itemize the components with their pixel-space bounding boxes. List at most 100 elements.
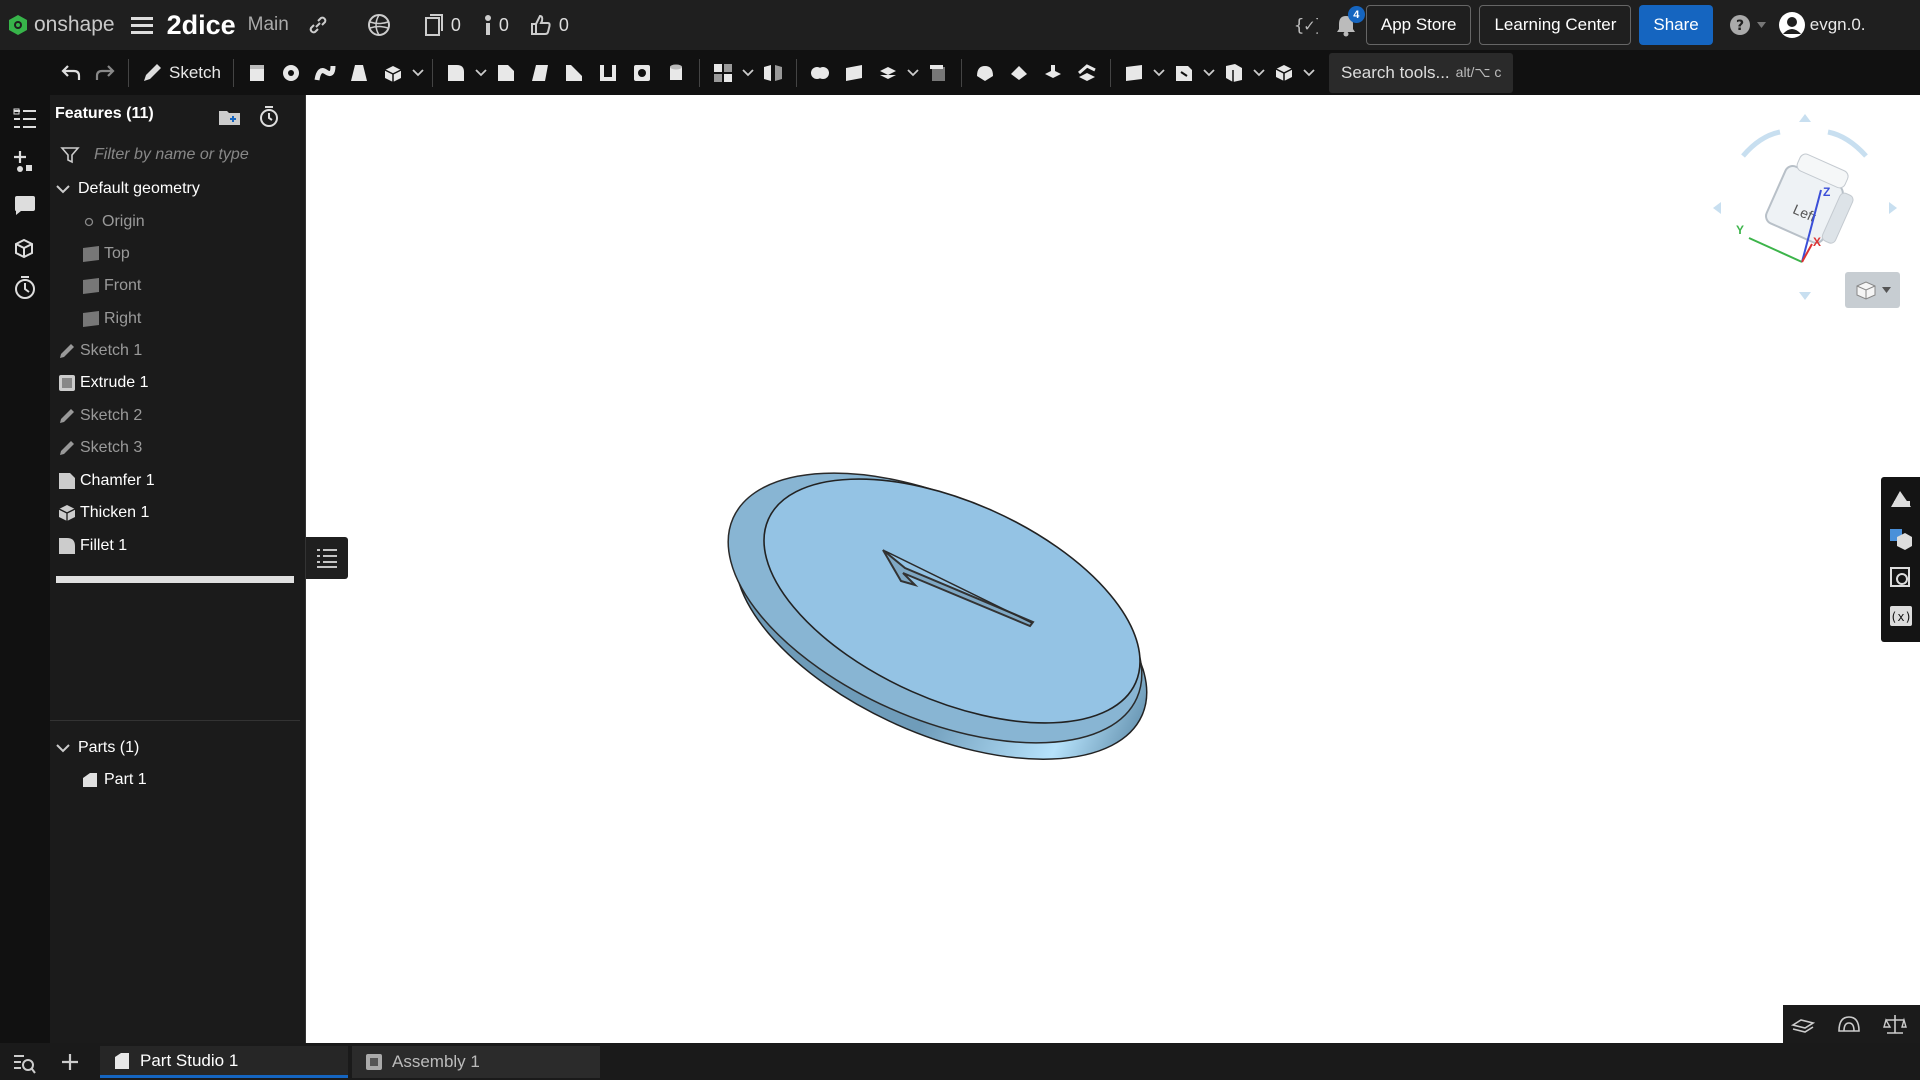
transform-tool[interactable] — [871, 56, 905, 90]
fillet-tool[interactable] — [439, 56, 473, 90]
rollback-bar[interactable] — [56, 576, 294, 583]
delete-part-tool[interactable] — [921, 56, 955, 90]
sweep-tool[interactable] — [308, 56, 342, 90]
feature-sketch-1[interactable]: Sketch 1 — [50, 338, 300, 364]
plane-tool[interactable] — [1117, 56, 1151, 90]
comments-icon[interactable] — [12, 193, 38, 219]
surface-dropdown[interactable] — [1201, 68, 1217, 77]
boolean-tool[interactable] — [803, 56, 837, 90]
globe-icon[interactable] — [367, 13, 391, 37]
default-geometry-group[interactable]: Default geometry — [50, 176, 300, 202]
feature-sketch-2[interactable]: Sketch 2 — [50, 403, 300, 429]
frame-dropdown[interactable] — [1301, 68, 1317, 77]
graphics-area[interactable] — [307, 95, 1920, 1043]
sheet-metal-tool[interactable] — [968, 56, 1002, 90]
rollback-timer-icon[interactable] — [257, 105, 281, 129]
appearance-panel-icon[interactable] — [1888, 487, 1914, 511]
info-button[interactable]: 0 — [483, 13, 509, 37]
tab-assembly-1[interactable]: Assembly 1 — [352, 1046, 600, 1078]
undo-button[interactable] — [54, 56, 88, 90]
plane-dropdown[interactable] — [1151, 68, 1167, 77]
app-store-button[interactable]: App Store — [1365, 5, 1472, 45]
feature-right-plane[interactable]: Right — [50, 306, 300, 332]
tab-part-studio-1[interactable]: Part Studio 1 — [100, 1046, 348, 1078]
feature-sketch-3[interactable]: Sketch 3 — [50, 435, 300, 461]
part-body[interactable] — [688, 418, 1186, 815]
tab-tool[interactable] — [1036, 56, 1070, 90]
thicken-tool[interactable] — [376, 56, 410, 90]
shell-tool[interactable] — [591, 56, 625, 90]
flange-tool[interactable] — [1002, 56, 1036, 90]
sketch-icon — [58, 439, 76, 457]
toolbar-divider — [795, 58, 797, 87]
split-tool[interactable] — [837, 56, 871, 90]
measure-icon[interactable] — [1837, 1013, 1861, 1035]
search-tabs-icon[interactable] — [12, 1052, 36, 1074]
appearance-icon[interactable] — [12, 235, 38, 261]
variables-panel-icon[interactable]: (x) — [1888, 604, 1914, 628]
user-menu[interactable]: evgn.0. — [1778, 11, 1866, 39]
feature-fillet-1[interactable]: Fillet 1 — [50, 533, 300, 559]
feature-list-icon[interactable] — [12, 107, 38, 133]
surface-tool[interactable] — [1167, 56, 1201, 90]
rib-tool[interactable] — [557, 56, 591, 90]
help-button[interactable]: ? — [1729, 14, 1766, 36]
frame-tool[interactable] — [1267, 56, 1301, 90]
insert-icon[interactable] — [12, 149, 38, 175]
3d-model[interactable] — [307, 95, 1920, 1043]
pattern-dropdown[interactable] — [740, 68, 756, 77]
mirror-tool[interactable] — [756, 56, 790, 90]
hole-tool[interactable] — [625, 56, 659, 90]
pattern-tool[interactable] — [706, 56, 740, 90]
notifications-button[interactable]: 4 — [1334, 6, 1365, 38]
branch-name[interactable]: Main — [248, 14, 289, 36]
section-view-icon[interactable] — [1791, 1013, 1815, 1035]
feature-extrude-1[interactable]: Extrude 1 — [50, 370, 300, 396]
versions-button[interactable]: 0 — [423, 13, 461, 37]
part-item[interactable]: Part 1 — [50, 767, 300, 793]
fillet-dropdown[interactable] — [473, 68, 489, 77]
chevron-down-icon — [56, 184, 70, 194]
add-folder-icon[interactable] — [218, 107, 242, 127]
feature-origin[interactable]: Origin — [50, 209, 300, 235]
history-icon[interactable] — [12, 275, 38, 301]
like-button[interactable]: 0 — [529, 13, 569, 37]
onshape-logo[interactable]: onshape — [8, 13, 115, 37]
feature-front-plane[interactable]: Front — [50, 273, 300, 299]
cylinder-tool[interactable] — [659, 56, 693, 90]
loft-tool[interactable] — [342, 56, 376, 90]
variables-icon[interactable]: {✓} — [1292, 13, 1318, 37]
feature-thicken-1[interactable]: Thicken 1 — [50, 500, 300, 526]
thicken-dropdown[interactable] — [410, 68, 426, 77]
transform-dropdown[interactable] — [905, 68, 921, 77]
draft-tool[interactable] — [523, 56, 557, 90]
feature-top-plane[interactable]: Top — [50, 241, 300, 267]
document-name[interactable]: 2dice — [167, 10, 236, 41]
learning-center-button[interactable]: Learning Center — [1479, 5, 1632, 45]
bend-tool[interactable] — [1070, 56, 1104, 90]
logo-text: onshape — [34, 13, 115, 36]
parts-group[interactable]: Parts (1) — [50, 735, 300, 761]
extrude-tool[interactable] — [240, 56, 274, 90]
fit-tool[interactable] — [1217, 56, 1251, 90]
feature-chamfer-1[interactable]: Chamfer 1 — [50, 468, 300, 494]
mass-properties-icon[interactable] — [1883, 1013, 1907, 1035]
thumbs-up-icon — [529, 13, 553, 37]
share-button[interactable]: Share — [1639, 5, 1713, 45]
parts-panel-icon[interactable] — [1888, 527, 1914, 551]
revolve-tool[interactable] — [274, 56, 308, 90]
sketch-button[interactable]: Sketch — [135, 56, 227, 90]
add-tab-icon[interactable] — [60, 1052, 80, 1072]
link-icon[interactable] — [307, 14, 329, 36]
svg-text:?: ? — [1736, 18, 1744, 34]
chamfer-tool[interactable] — [489, 56, 523, 90]
feature-filter-input[interactable]: Filter by name or type — [60, 140, 296, 170]
mate-connectors-icon[interactable] — [1888, 565, 1914, 589]
fit-dropdown[interactable] — [1251, 68, 1267, 77]
feature-label: Top — [104, 245, 130, 262]
default-geometry-label: Default geometry — [78, 180, 200, 197]
search-tools-input[interactable]: Search tools... alt/⌥ c — [1328, 52, 1514, 93]
view-options-button[interactable] — [1845, 272, 1900, 308]
redo-button[interactable] — [88, 56, 122, 90]
hamburger-menu-icon[interactable] — [130, 15, 153, 35]
